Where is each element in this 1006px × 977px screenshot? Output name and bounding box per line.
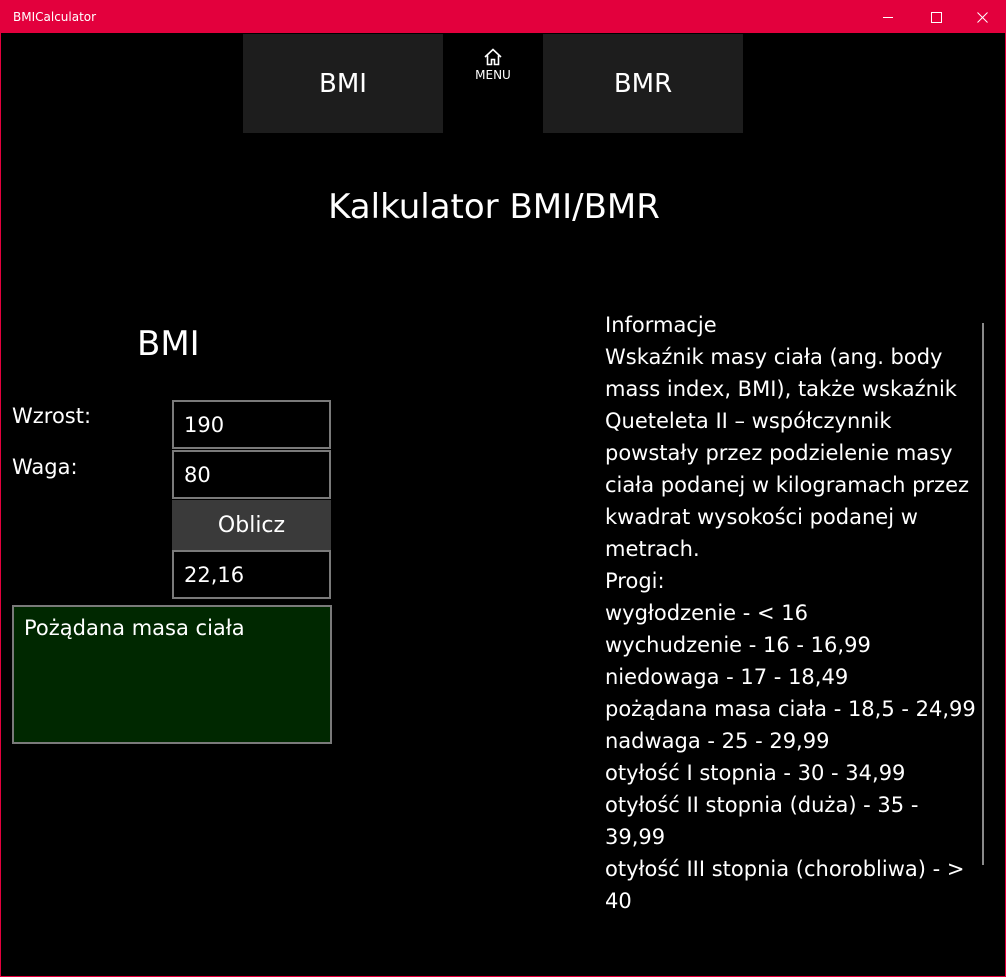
weight-input[interactable] — [172, 450, 331, 499]
maximize-button[interactable] — [913, 1, 959, 33]
info-threshold-item: otyłość II stopnia (duża) - 35 - 39,99 — [605, 793, 919, 849]
bmi-category-box: Pożądana masa ciała — [12, 605, 332, 744]
info-heading: Informacje — [605, 313, 717, 337]
info-threshold-item: pożądana masa ciała - 18,5 - 24,99 — [605, 697, 976, 721]
info-threshold-item: wychudzenie - 16 - 16,99 — [605, 633, 871, 657]
weight-label: Waga: — [12, 455, 78, 479]
info-threshold-item: nadwaga - 25 - 29,99 — [605, 729, 830, 753]
nav-bmr-button[interactable]: BMR — [543, 34, 743, 133]
info-threshold-item: wygłodzenie - < 16 — [605, 601, 809, 625]
minimize-icon — [883, 16, 893, 18]
info-threshold-item: otyłość III stopnia (chorobliwa) - > 40 — [605, 857, 965, 913]
window-title: BMICalculator — [13, 10, 97, 24]
info-description: Wskaźnik masy ciała (ang. body mass inde… — [605, 345, 970, 561]
bmi-result-field: 22,16 — [172, 550, 331, 599]
page-title: Kalkulator BMI/BMR — [328, 187, 660, 227]
info-scrollbar[interactable] — [982, 323, 984, 865]
close-button[interactable] — [959, 1, 1005, 33]
nav-menu-button[interactable]: MENU — [443, 34, 543, 133]
maximize-icon — [930, 11, 942, 23]
info-threshold-item: otyłość I stopnia - 30 - 34,99 — [605, 761, 906, 785]
title-bar: BMICalculator — [1, 1, 1005, 33]
info-thresholds-heading: Progi: — [605, 569, 665, 593]
height-input[interactable] — [172, 400, 331, 449]
nav-bmi-button[interactable]: BMI — [243, 34, 443, 133]
bmi-section-title: BMI — [137, 324, 200, 364]
calculate-button[interactable]: Oblicz — [172, 500, 331, 550]
minimize-button[interactable] — [865, 1, 911, 33]
app-window: BMICalculator BMI MENU BMR Kalkulator BM… — [0, 0, 1006, 977]
info-threshold-item: niedowaga - 17 - 18,49 — [605, 665, 849, 689]
close-icon — [976, 11, 988, 23]
home-icon — [484, 48, 502, 66]
menu-label: MENU — [475, 68, 511, 82]
info-panel[interactable]: Informacje Wskaźnik masy ciała (ang. bod… — [605, 309, 977, 949]
height-label: Wzrost: — [12, 404, 92, 428]
